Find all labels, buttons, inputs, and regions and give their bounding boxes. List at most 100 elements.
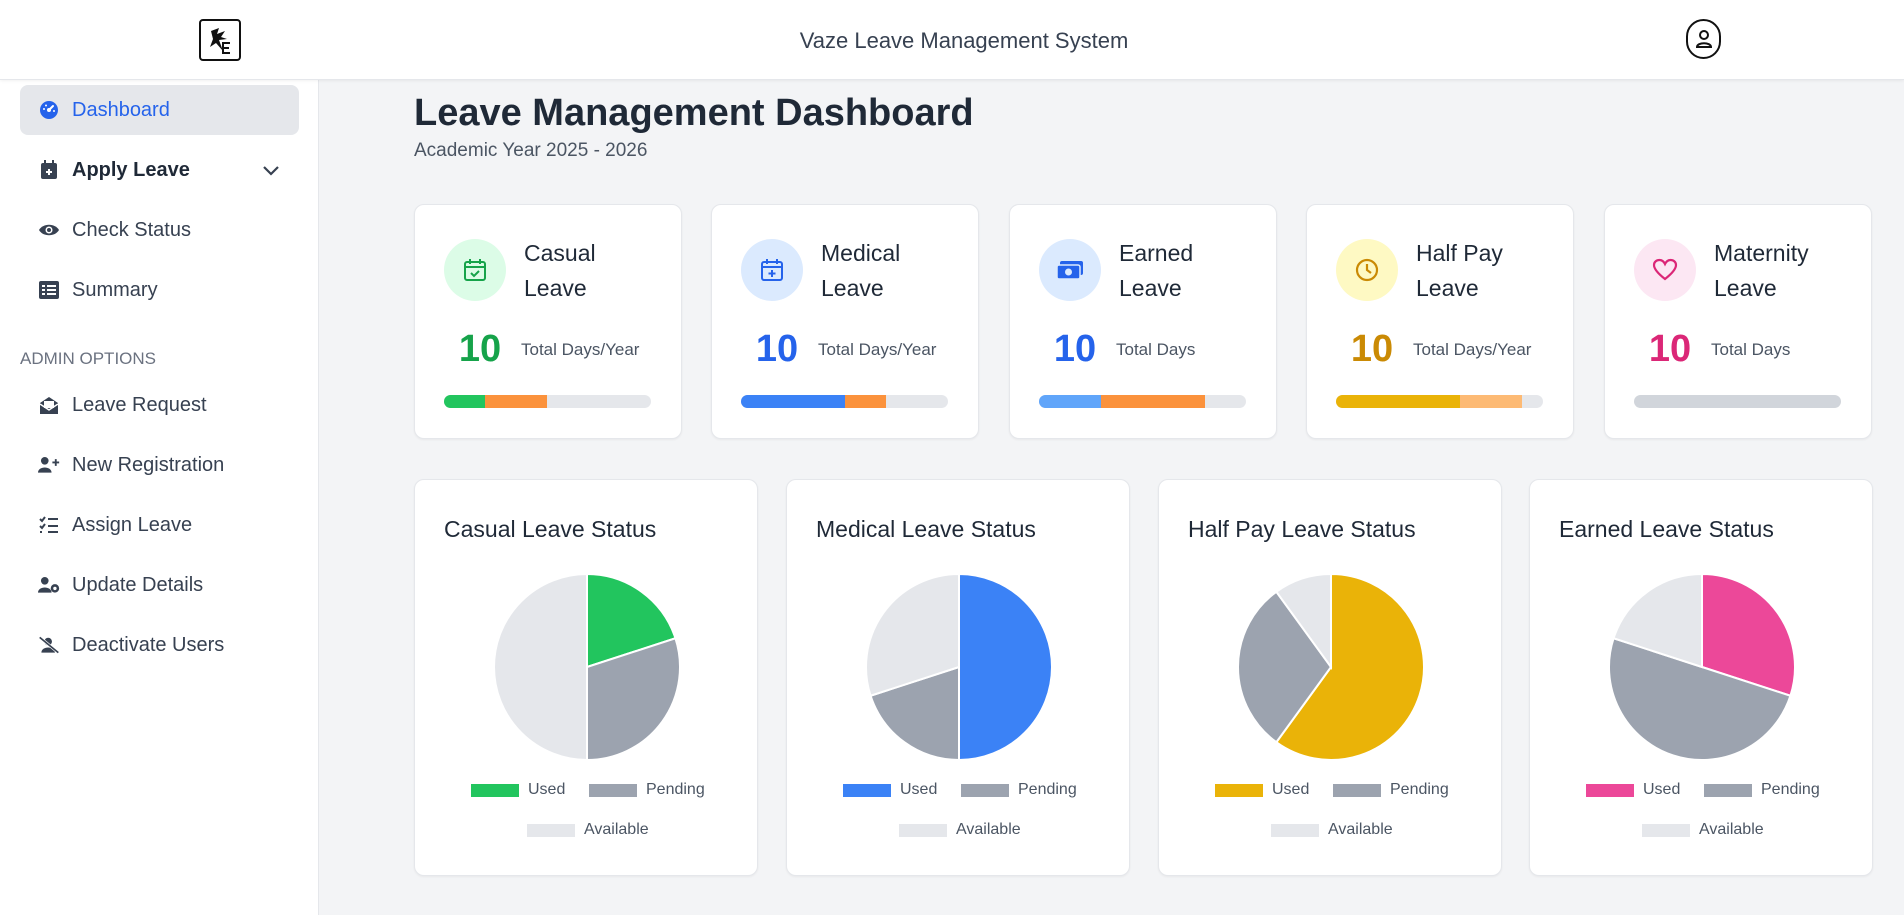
legend-label: Used: [1272, 781, 1310, 798]
legend-label: Used: [1643, 781, 1681, 798]
legend-label: Used: [900, 781, 938, 798]
legend-swatch: [1642, 823, 1690, 837]
sidebar-item-label: Assign Leave: [72, 513, 193, 536]
leave-progress-bar: [741, 395, 948, 408]
money-icon: [1039, 239, 1101, 301]
legend-used[interactable]: Used: [843, 781, 937, 799]
progress-pending-segment: [1101, 395, 1205, 408]
pie-slice-used[interactable]: [958, 572, 1053, 762]
legend-available[interactable]: Available: [899, 821, 1021, 839]
sidebar-item-update-details[interactable]: Update Details: [20, 560, 299, 610]
sidebar-item-label: Check Status: [72, 218, 191, 241]
top-header: Vaze Leave Management System: [0, 0, 1904, 80]
leave-card-unit: Total Days/Year: [1413, 340, 1532, 359]
pie-chart-medical: [865, 572, 1053, 762]
chart-card-earned: Earned Leave Status Used Pending Availab…: [1529, 479, 1873, 876]
calendar-plus-icon: [38, 159, 60, 181]
leave-card-title: Earned Leave: [1119, 240, 1194, 301]
sidebar-item-new-registration[interactable]: New Registration: [20, 440, 299, 490]
clock-icon: [1336, 239, 1398, 301]
heart-icon: [1634, 239, 1696, 301]
gauge-icon: [38, 99, 60, 121]
sidebar-item-label: New Registration: [72, 453, 225, 476]
progress-pending-segment: [485, 395, 548, 408]
calendar-plus-icon: [741, 239, 803, 301]
leave-card-title: Maternity Leave: [1714, 240, 1809, 301]
checklist-icon: [38, 514, 60, 536]
legend-swatch: [899, 823, 947, 837]
progress-used-segment: [444, 395, 486, 408]
legend-swatch: [1586, 783, 1634, 797]
sidebar-item-leave-request[interactable]: Leave Request: [20, 380, 299, 430]
chart-card-medical: Medical Leave Status Used Pending Availa…: [786, 479, 1130, 876]
user-icon[interactable]: [1686, 19, 1721, 59]
legend-available[interactable]: Available: [527, 821, 649, 839]
pie-chart-casual: [493, 572, 681, 762]
sidebar-item-check-status[interactable]: Check Status: [20, 205, 299, 255]
leave-progress-bar: [1336, 395, 1543, 408]
leave-card-title: Half Pay Leave: [1416, 240, 1503, 301]
sidebar-item-label: Update Details: [72, 573, 204, 596]
legend-swatch: [843, 783, 891, 797]
chevron-down-icon[interactable]: [261, 160, 281, 186]
legend-available[interactable]: Available: [1271, 821, 1393, 839]
progress-used-segment: [741, 395, 845, 408]
sidebar-item-deactivate-users[interactable]: Deactivate Users: [20, 620, 299, 670]
chart-card-casual: Casual Leave Status Used Pending Availab…: [414, 479, 758, 876]
legend-label: Pending: [1390, 781, 1449, 798]
legend-swatch: [527, 823, 575, 837]
sidebar-item-label: Summary: [72, 278, 158, 301]
progress-used-segment: [1336, 395, 1461, 408]
sidebar-item-dashboard[interactable]: Dashboard: [20, 85, 299, 135]
leave-card-earned: Earned Leave 10 Total Days: [1009, 204, 1277, 439]
progress-pending-segment: [844, 395, 886, 408]
legend-swatch: [589, 783, 637, 797]
user-slash-icon: [38, 634, 60, 656]
legend-pending[interactable]: Pending: [1333, 781, 1449, 799]
leave-card-casual: Casual Leave 10 Total Days/Year: [414, 204, 682, 439]
leave-card-maternity: Maternity Leave 10 Total Days: [1604, 204, 1872, 439]
sidebar-item-assign-leave[interactable]: Assign Leave: [20, 500, 299, 550]
legend-swatch: [1271, 823, 1319, 837]
legend-label: Available: [1699, 821, 1764, 838]
legend-used[interactable]: Used: [471, 781, 565, 799]
sidebar-item-apply-leave[interactable]: Apply Leave: [20, 145, 299, 195]
page-subtitle: Academic Year 2025 - 2026: [414, 140, 648, 161]
page-title: Leave Management Dashboard: [414, 92, 974, 134]
chart-title: Casual Leave Status: [444, 516, 657, 542]
pie-slice-available[interactable]: [493, 572, 588, 762]
leave-progress-bar: [1039, 395, 1246, 408]
sidebar-item-label: Deactivate Users: [72, 633, 225, 656]
sidebar-item-summary[interactable]: Summary: [20, 265, 299, 315]
legend-used[interactable]: Used: [1586, 781, 1680, 799]
admin-options-label: ADMIN OPTIONS: [20, 349, 157, 368]
legend-used[interactable]: Used: [1215, 781, 1309, 799]
legend-pending[interactable]: Pending: [589, 781, 705, 799]
calendar-check-icon: [444, 239, 506, 301]
chart-title: Earned Leave Status: [1559, 516, 1774, 542]
progress-pending-segment: [1460, 395, 1523, 408]
legend-available[interactable]: Available: [1642, 821, 1764, 839]
user-plus-icon: [38, 454, 60, 476]
legend-label: Available: [956, 821, 1021, 838]
legend-pending[interactable]: Pending: [1704, 781, 1820, 799]
envelope-open-icon: [38, 394, 60, 416]
legend-label: Available: [584, 821, 649, 838]
leave-card-unit: Total Days/Year: [521, 340, 640, 359]
eye-icon: [38, 219, 60, 241]
legend-pending[interactable]: Pending: [961, 781, 1077, 799]
progress-used-segment: [1039, 395, 1102, 408]
legend-label: Available: [1328, 821, 1393, 838]
leave-card-medical: Medical Leave 10 Total Days/Year: [711, 204, 979, 439]
leave-card-unit: Total Days: [1116, 340, 1196, 359]
leave-card-title: Medical Leave: [821, 240, 901, 301]
leave-card-unit: Total Days: [1711, 340, 1791, 359]
leave-card-half-pay: Half Pay Leave 10 Total Days/Year: [1306, 204, 1574, 439]
legend-label: Pending: [1018, 781, 1077, 798]
chart-title: Half Pay Leave Status: [1188, 516, 1416, 542]
leave-progress-bar: [444, 395, 651, 408]
legend-swatch: [961, 783, 1009, 797]
legend-label: Pending: [646, 781, 705, 798]
legend-swatch: [471, 783, 519, 797]
leave-progress-bar: [1634, 395, 1841, 408]
